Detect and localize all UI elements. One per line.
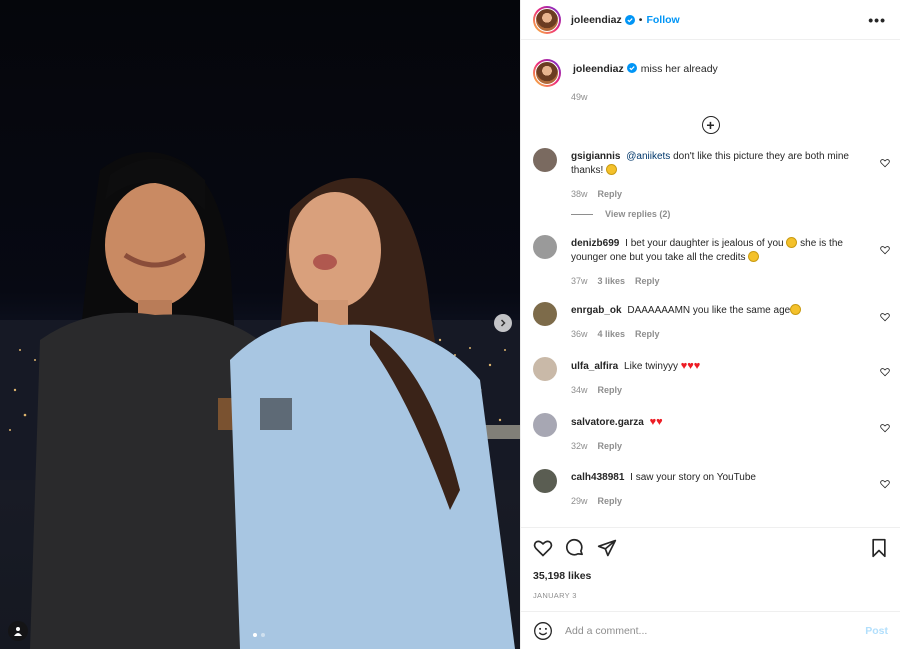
commenter-avatar[interactable] bbox=[533, 302, 557, 326]
reply-button[interactable]: Reply bbox=[598, 494, 623, 508]
comment-item: enrgab_ok DAAAAAAMN you like the same ag… bbox=[521, 302, 900, 341]
laughing-emoji-icon bbox=[786, 237, 798, 248]
likes-count[interactable]: 35,198 likes bbox=[533, 570, 888, 582]
carousel-dot bbox=[261, 633, 265, 637]
comment-item: calh438981 I saw your story on YouTube 2… bbox=[521, 469, 900, 508]
caption-timestamp: 49w bbox=[571, 92, 588, 102]
tag-people-icon[interactable] bbox=[8, 621, 28, 641]
carousel-dot-active bbox=[253, 633, 257, 637]
comment-text: DAAAAAAMN you like the same age bbox=[627, 305, 791, 316]
load-more-icon[interactable]: + bbox=[701, 116, 720, 134]
post-actions: 35,198 likes JANUARY 3 bbox=[521, 527, 900, 600]
next-arrow-icon[interactable] bbox=[494, 314, 512, 332]
comment-likes[interactable]: 3 likes bbox=[598, 274, 626, 288]
comment-text: I bet your daughter is jealous of you bbox=[625, 238, 787, 249]
comment-time: 37w bbox=[571, 276, 588, 286]
comment-time: 34w bbox=[571, 385, 588, 395]
commenter-avatar[interactable] bbox=[533, 357, 557, 381]
more-options-icon[interactable]: ••• bbox=[868, 12, 886, 28]
comment-time: 29w bbox=[571, 496, 588, 506]
red-hearts-emoji: ♥♥♥ bbox=[680, 360, 701, 372]
red-hearts-emoji: ♥♥ bbox=[649, 416, 663, 428]
commenter-username[interactable]: denizb699 bbox=[571, 238, 619, 249]
comment-icon[interactable] bbox=[565, 538, 585, 558]
heart-outline-icon[interactable] bbox=[533, 538, 553, 558]
commenter-avatar[interactable] bbox=[533, 148, 557, 172]
reply-button[interactable]: Reply bbox=[598, 439, 623, 453]
author-username[interactable]: joleendiaz bbox=[571, 14, 622, 26]
share-icon[interactable] bbox=[597, 538, 617, 558]
commenter-avatar[interactable] bbox=[533, 235, 557, 259]
commenter-username[interactable]: enrgab_ok bbox=[571, 305, 622, 316]
view-replies-button[interactable]: View replies (2) bbox=[571, 209, 900, 219]
grinning-emoji-icon bbox=[606, 164, 618, 175]
commenter-username[interactable]: ulfa_alfira bbox=[571, 361, 618, 372]
post-header: joleendiaz • Follow ••• bbox=[521, 0, 900, 40]
comment-time: 32w bbox=[571, 441, 588, 451]
commenter-username[interactable]: salvatore.garza bbox=[571, 417, 644, 428]
like-comment-heart-icon[interactable] bbox=[880, 245, 890, 255]
commenter-avatar[interactable] bbox=[533, 413, 557, 437]
verified-badge-icon bbox=[624, 14, 635, 25]
surprised-emoji-icon bbox=[790, 304, 802, 315]
emoji-icon[interactable] bbox=[533, 621, 553, 641]
person-right bbox=[230, 178, 515, 649]
bookmark-icon[interactable] bbox=[870, 538, 888, 558]
commenter-avatar[interactable] bbox=[533, 469, 557, 493]
comment-item: gsigiannis @aniikets don't like this pic… bbox=[521, 148, 900, 201]
reply-button[interactable]: Reply bbox=[635, 274, 660, 288]
reply-button[interactable]: Reply bbox=[635, 327, 660, 341]
view-replies-label: View replies (2) bbox=[605, 209, 671, 219]
post-photo[interactable] bbox=[0, 0, 520, 649]
comment-time: 36w bbox=[571, 329, 588, 339]
comment-text: I saw your story on YouTube bbox=[630, 472, 756, 483]
caption-avatar[interactable] bbox=[533, 59, 561, 87]
laughing-emoji-icon bbox=[748, 251, 760, 262]
comment-item: ulfa_alfira Like twinyyy ♥♥♥ 34w Reply bbox=[521, 357, 900, 397]
comment-item: salvatore.garza ♥♥ 32w Reply bbox=[521, 413, 900, 453]
verified-badge-icon bbox=[626, 63, 637, 73]
commenter-username[interactable]: calh438981 bbox=[571, 472, 624, 483]
comment-time: 38w bbox=[571, 189, 588, 199]
comment-text: Like twinyyy bbox=[624, 361, 681, 372]
post-comment-button[interactable]: Post bbox=[865, 625, 888, 637]
comment-input[interactable] bbox=[565, 624, 866, 637]
follow-button[interactable]: Follow bbox=[646, 14, 679, 26]
comment-likes[interactable]: 4 likes bbox=[598, 327, 626, 341]
post-sidebar: joleendiaz • Follow ••• joleendiaz miss h… bbox=[520, 0, 900, 649]
caption-text: miss her already bbox=[640, 63, 718, 75]
commenter-username[interactable]: gsigiannis bbox=[571, 151, 620, 162]
caption-username[interactable]: joleendiaz bbox=[573, 63, 624, 75]
comments-list[interactable]: joleendiaz miss her already 49w + gsigian… bbox=[521, 41, 900, 526]
reply-button[interactable]: Reply bbox=[598, 187, 623, 201]
like-comment-heart-icon[interactable] bbox=[880, 423, 890, 433]
comment-mention[interactable]: @aniikets bbox=[626, 151, 670, 162]
post-viewer: joleendiaz • Follow ••• joleendiaz miss h… bbox=[0, 0, 900, 649]
add-comment-bar: Post bbox=[521, 611, 900, 649]
post-caption: joleendiaz miss her already bbox=[521, 41, 900, 87]
post-date: JANUARY 3 bbox=[533, 591, 577, 600]
like-comment-heart-icon[interactable] bbox=[880, 367, 890, 377]
reply-button[interactable]: Reply bbox=[598, 383, 623, 397]
comment-item: denizb699 I bet your daughter is jealous… bbox=[521, 235, 900, 288]
like-comment-heart-icon[interactable] bbox=[880, 158, 890, 168]
header-separator: • bbox=[638, 13, 643, 26]
like-comment-heart-icon[interactable] bbox=[880, 312, 890, 322]
author-avatar[interactable] bbox=[533, 5, 561, 34]
load-more-comments[interactable]: + bbox=[521, 116, 900, 138]
like-comment-heart-icon[interactable] bbox=[880, 479, 890, 489]
carousel-indicator bbox=[253, 633, 265, 637]
